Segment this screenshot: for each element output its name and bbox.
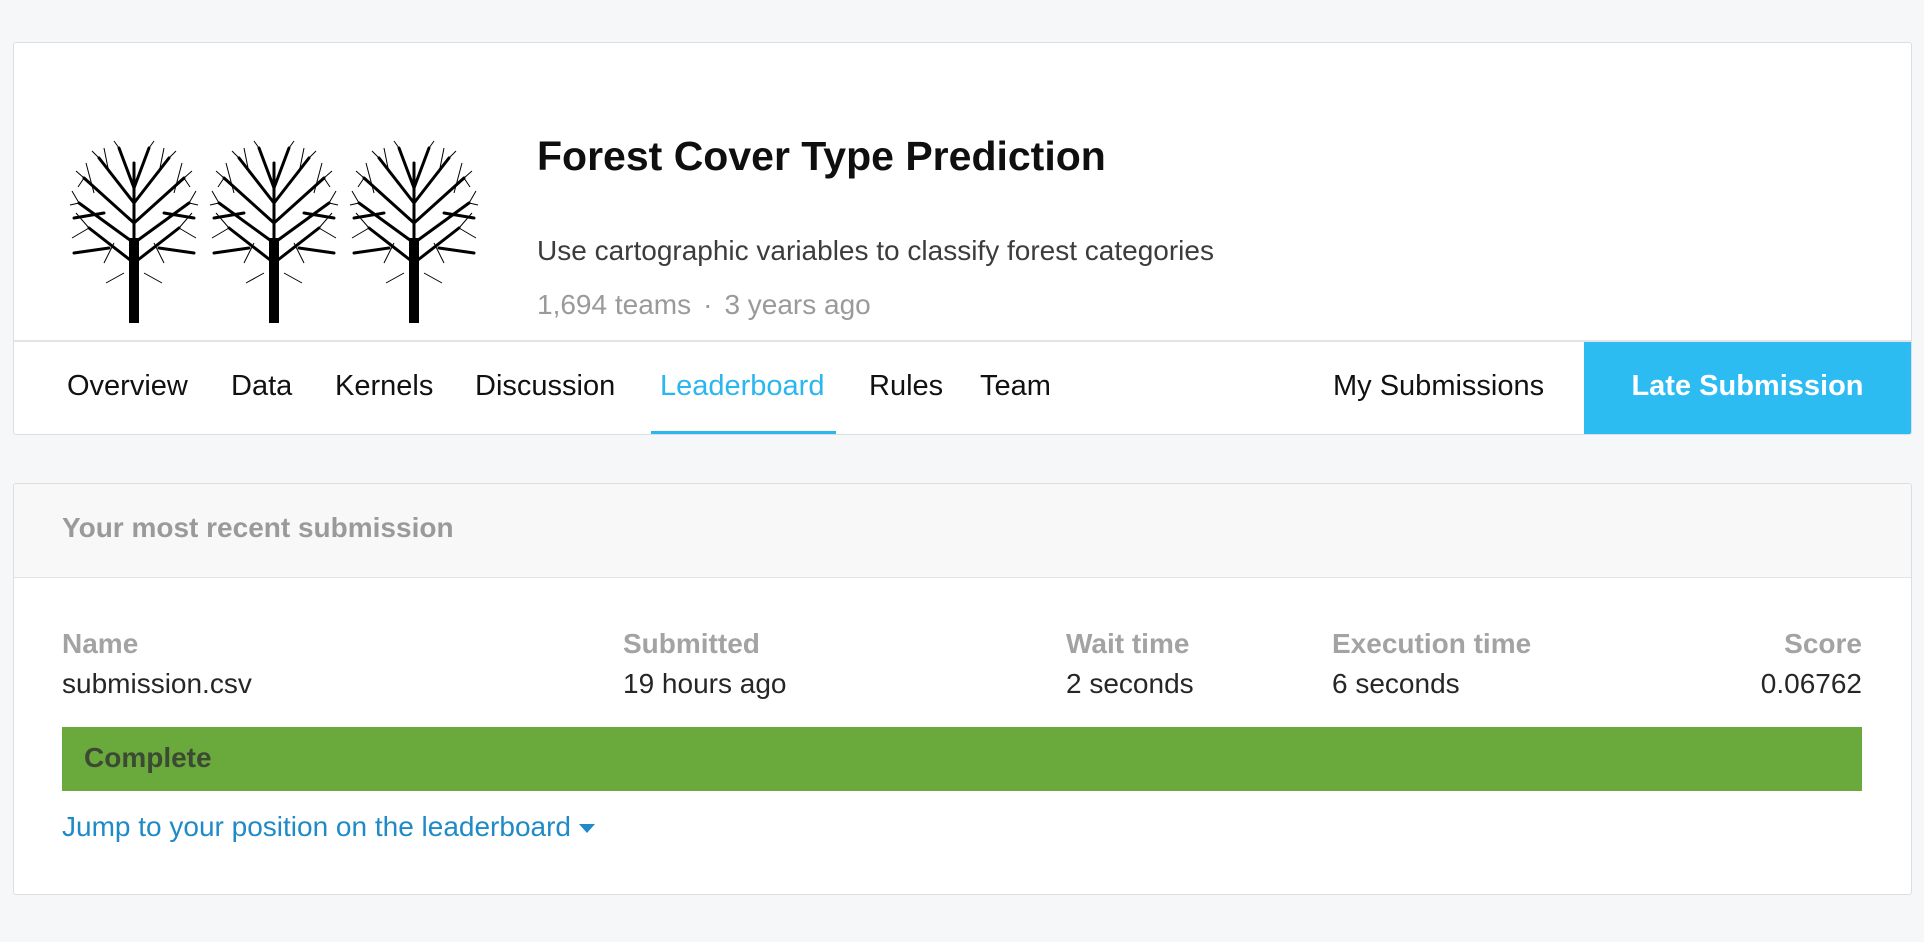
active-tab-indicator: [651, 431, 836, 434]
score-label: Score: [1784, 628, 1862, 659]
score-value: 0.06762: [1760, 668, 1862, 699]
wait-time-label: Wait time: [1066, 628, 1190, 659]
submission-status-bar: Complete: [62, 727, 1862, 791]
late-submission-button[interactable]: Late Submission: [1584, 342, 1911, 434]
competition-meta: 1,694 teams · 3 years ago: [537, 289, 871, 321]
submission-filename: submission.csv: [62, 668, 252, 699]
team-count: 1,694 teams: [537, 289, 692, 320]
tab-rules[interactable]: Rules: [869, 342, 943, 434]
competition-thumbnail: [69, 139, 480, 325]
execution-time-value: 6 seconds: [1332, 668, 1460, 699]
competition-header: Forest Cover Type Prediction Use cartogr…: [14, 43, 1911, 340]
submission-card-header: Your most recent submission: [14, 484, 1911, 578]
tab-leaderboard[interactable]: Leaderboard: [660, 342, 824, 434]
jump-to-position-link[interactable]: Jump to your position on the leaderboard: [62, 811, 595, 843]
status-label: Complete: [84, 742, 212, 773]
wait-time-value: 2 seconds: [1066, 668, 1194, 699]
execution-time-label: Execution time: [1332, 628, 1532, 659]
score-column: Score 0.06762: [1761, 627, 1862, 701]
tab-data[interactable]: Data: [231, 342, 292, 434]
submitted-column: Submitted 19 hours ago: [623, 627, 786, 701]
submitted-label: Submitted: [623, 628, 760, 659]
submission-card-title: Your most recent submission: [62, 512, 454, 543]
tab-team[interactable]: Team: [980, 342, 1051, 434]
name-label: Name: [62, 628, 139, 659]
recent-submission-card: Your most recent submission Name submiss…: [13, 483, 1912, 895]
competition-title: Forest Cover Type Prediction: [537, 133, 1106, 179]
competition-age: 3 years ago: [724, 289, 871, 320]
jump-link-text: Jump to your position on the leaderboard: [62, 811, 571, 842]
execution-time-column: Execution time 6 seconds: [1332, 627, 1531, 701]
competition-header-card: Forest Cover Type Prediction Use cartogr…: [13, 42, 1912, 435]
caret-down-icon: [579, 823, 595, 833]
tab-discussion[interactable]: Discussion: [475, 342, 615, 434]
submitted-value: 19 hours ago: [623, 668, 787, 699]
meta-separator: ·: [703, 289, 713, 320]
competition-subtitle: Use cartographic variables to classify f…: [537, 235, 1214, 266]
wait-time-column: Wait time 2 seconds: [1066, 627, 1194, 701]
my-submissions-link[interactable]: My Submissions: [1333, 342, 1544, 434]
submission-name-column: Name submission.csv: [62, 627, 252, 701]
competition-tabbar: Overview Data Kernels Discussion Leaderb…: [14, 340, 1911, 434]
tab-kernels[interactable]: Kernels: [335, 342, 433, 434]
tab-overview[interactable]: Overview: [67, 342, 188, 434]
